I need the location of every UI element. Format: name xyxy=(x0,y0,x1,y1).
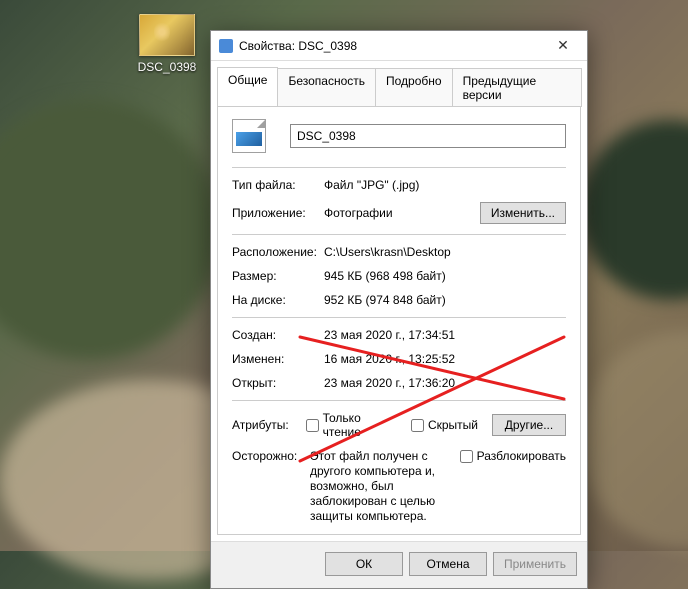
hidden-checkbox-label: Скрытый xyxy=(428,418,478,432)
desktop-file-icon[interactable]: DSC_0398 xyxy=(128,14,206,74)
tab-security[interactable]: Безопасность xyxy=(277,68,376,107)
apply-button[interactable]: Применить xyxy=(493,552,577,576)
dialog-footer: ОК Отмена Применить xyxy=(211,541,587,588)
unblock-checkbox-input[interactable] xyxy=(460,450,473,463)
unblock-checkbox-label: Разблокировать xyxy=(477,449,566,463)
change-app-button[interactable]: Изменить... xyxy=(480,202,566,224)
label-filetype: Тип файла: xyxy=(232,178,324,192)
label-accessed: Открыт: xyxy=(232,376,324,390)
value-ondisk: 952 КБ (974 848 байт) xyxy=(324,293,566,307)
tab-details[interactable]: Подробно xyxy=(375,68,453,107)
label-modified: Изменен: xyxy=(232,352,324,366)
value-created: 23 мая 2020 г., 17:34:51 xyxy=(324,328,566,342)
tab-previous-versions[interactable]: Предыдущие версии xyxy=(452,68,582,107)
value-app: Фотографии xyxy=(324,206,480,220)
hidden-checkbox-input[interactable] xyxy=(411,419,424,432)
label-ondisk: На диске: xyxy=(232,293,324,307)
readonly-checkbox-input[interactable] xyxy=(306,419,319,432)
advanced-attributes-button[interactable]: Другие... xyxy=(492,414,566,436)
unblock-checkbox[interactable]: Разблокировать xyxy=(460,449,566,463)
value-location: C:\Users\krasn\Desktop xyxy=(324,245,566,259)
tab-pane-general: Тип файла: Файл "JPG" (.jpg) Приложение:… xyxy=(217,106,581,535)
image-thumbnail-icon xyxy=(139,14,195,56)
filename-input[interactable] xyxy=(290,124,566,148)
properties-dialog: Свойства: DSC_0398 ✕ Общие Безопасность … xyxy=(210,30,588,589)
readonly-checkbox[interactable]: Только чтение xyxy=(306,411,397,439)
security-warning-text: Этот файл получен с другого компьютера и… xyxy=(310,449,460,524)
readonly-checkbox-label: Только чтение xyxy=(323,411,397,439)
annotation-red-cross-icon xyxy=(296,329,568,469)
label-security: Осторожно: xyxy=(232,449,310,463)
value-size: 945 КБ (968 498 байт) xyxy=(324,269,566,283)
window-icon xyxy=(219,39,233,53)
label-app: Приложение: xyxy=(232,206,324,220)
hidden-checkbox[interactable]: Скрытый xyxy=(411,418,478,432)
cancel-button[interactable]: Отмена xyxy=(409,552,487,576)
window-title: Свойства: DSC_0398 xyxy=(239,39,541,53)
value-filetype: Файл "JPG" (.jpg) xyxy=(324,178,566,192)
tab-strip: Общие Безопасность Подробно Предыдущие в… xyxy=(211,61,587,106)
close-icon[interactable]: ✕ xyxy=(541,32,585,60)
ok-button[interactable]: ОК xyxy=(325,552,403,576)
tab-general[interactable]: Общие xyxy=(217,67,278,106)
value-accessed: 23 мая 2020 г., 17:36:20 xyxy=(324,376,566,390)
file-type-icon xyxy=(232,119,266,153)
value-modified: 16 мая 2020 г., 13:25:52 xyxy=(324,352,566,366)
desktop-file-label: DSC_0398 xyxy=(128,60,206,74)
label-attributes: Атрибуты: xyxy=(232,418,306,432)
label-location: Расположение: xyxy=(232,245,324,259)
label-size: Размер: xyxy=(232,269,324,283)
label-created: Создан: xyxy=(232,328,324,342)
titlebar[interactable]: Свойства: DSC_0398 ✕ xyxy=(211,31,587,61)
